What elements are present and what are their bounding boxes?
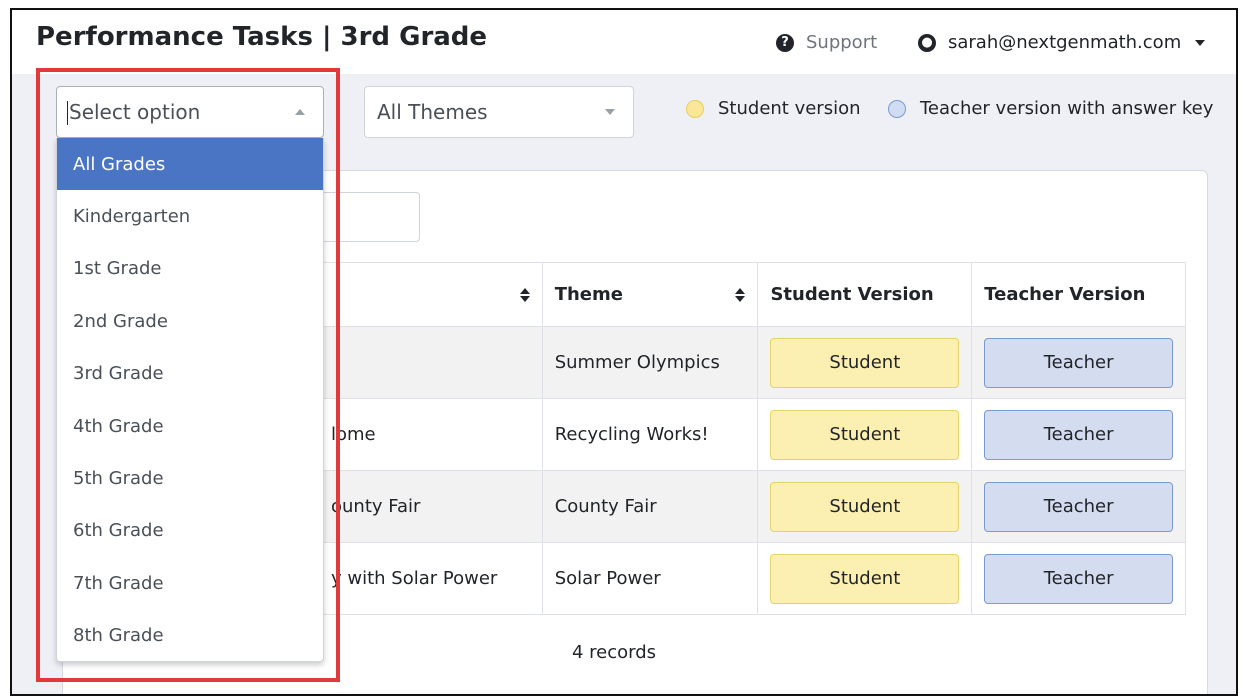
caret-down-icon xyxy=(605,109,615,115)
grade-option-1st-grade[interactable]: 1st Grade xyxy=(57,243,323,295)
student-cell: Student xyxy=(757,542,973,615)
grade-option-2nd-grade[interactable]: 2nd Grade xyxy=(57,295,323,347)
page-title: Performance Tasks | 3rd Grade xyxy=(36,22,488,52)
teacher-cell: Teacher xyxy=(971,326,1186,399)
records-count: 4 records xyxy=(572,642,657,663)
grade-option-3rd-grade[interactable]: 3rd Grade xyxy=(57,348,323,400)
grade-option-6th-grade[interactable]: 6th Grade xyxy=(57,505,323,557)
sort-icon xyxy=(519,287,530,302)
theme-cell: Recycling Works! xyxy=(541,398,759,471)
question-circle-icon: ? xyxy=(776,33,794,52)
legend-student: Student version xyxy=(686,98,861,119)
column-header-student: Student Version xyxy=(757,262,973,327)
legend-teacher: Teacher version with answer key xyxy=(888,98,1213,119)
legend-teacher-label: Teacher version with answer key xyxy=(920,98,1214,119)
student-button[interactable]: Student xyxy=(770,409,960,460)
teacher-button[interactable]: Teacher xyxy=(984,553,1173,604)
teacher-button[interactable]: Teacher xyxy=(984,337,1173,388)
teacher-cell: Teacher xyxy=(971,542,1186,615)
grade-option-all-grades[interactable]: All Grades xyxy=(57,138,323,191)
student-button[interactable]: Student xyxy=(770,553,960,604)
student-dot-icon xyxy=(686,99,704,118)
teacher-dot-icon xyxy=(888,99,906,118)
teacher-cell: Teacher xyxy=(971,398,1186,471)
theme-cell: Summer Olympics xyxy=(541,326,759,399)
user-menu[interactable]: ● sarah@nextgenmath.com xyxy=(918,32,1206,53)
caret-up-icon xyxy=(295,109,305,115)
theme-select-value: All Themes xyxy=(377,100,488,124)
grade-option-7th-grade[interactable]: 7th Grade xyxy=(57,557,323,609)
student-cell: Student xyxy=(757,326,973,399)
grade-dropdown-menu: All Grades Kindergarten 1st Grade 2nd Gr… xyxy=(56,138,324,662)
text-cursor xyxy=(67,101,68,125)
column-header-teacher: Teacher Version xyxy=(971,262,1186,327)
grade-select[interactable]: Select option xyxy=(56,86,324,138)
support-link[interactable]: ? Support xyxy=(776,32,877,53)
grade-option-kindergarten[interactable]: Kindergarten xyxy=(57,190,323,242)
column-header-theme-label: Theme xyxy=(554,284,623,305)
grade-option-5th-grade[interactable]: 5th Grade xyxy=(57,452,323,504)
sort-icon xyxy=(735,287,746,302)
student-button[interactable]: Student xyxy=(770,337,960,388)
teacher-button[interactable]: Teacher xyxy=(984,409,1173,460)
grade-option-4th-grade[interactable]: 4th Grade xyxy=(57,400,323,452)
student-button[interactable]: Student xyxy=(770,481,960,532)
theme-cell: Solar Power xyxy=(541,542,759,615)
grade-option-8th-grade[interactable]: 8th Grade xyxy=(57,610,323,661)
teacher-cell: Teacher xyxy=(971,470,1186,543)
column-header-theme[interactable]: Theme xyxy=(541,262,759,327)
student-cell: Student xyxy=(757,470,973,543)
theme-select[interactable]: All Themes xyxy=(364,86,634,138)
support-label: Support xyxy=(806,32,878,53)
top-bar: Performance Tasks | 3rd Grade ? Support … xyxy=(12,10,1236,74)
app-window: Performance Tasks | 3rd Grade ? Support … xyxy=(10,8,1238,696)
user-email: sarah@nextgenmath.com xyxy=(948,32,1182,53)
grade-select-placeholder: Select option xyxy=(69,100,201,124)
theme-cell: County Fair xyxy=(541,470,759,543)
legend-student-label: Student version xyxy=(718,98,861,119)
teacher-button[interactable]: Teacher xyxy=(984,481,1173,532)
user-circle-icon: ● xyxy=(918,33,936,52)
chevron-down-icon xyxy=(1195,39,1206,46)
student-cell: Student xyxy=(757,398,973,471)
